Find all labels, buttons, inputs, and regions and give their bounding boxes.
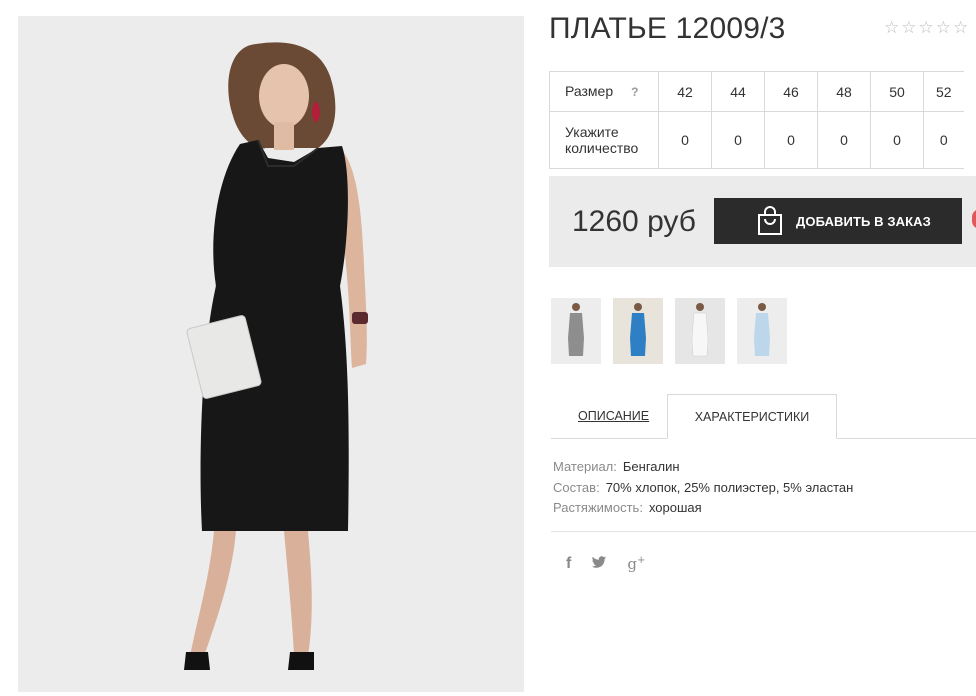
thumbnail-image: [613, 298, 663, 364]
twitter-bird-icon: [592, 556, 607, 568]
product-photo[interactable]: [18, 16, 524, 692]
size-cell: 50: [870, 71, 924, 112]
characteristic-value: Бенгалин: [622, 459, 680, 474]
thumbnail-gray[interactable]: [551, 298, 601, 364]
product-title: ПЛАТЬЕ 12009/3: [549, 12, 786, 45]
add-to-order-button[interactable]: ДОБАВИТЬ В ЗАКАЗ: [714, 198, 962, 244]
characteristic-value: 70% хлопок, 25% полиэстер, 5% эластан: [605, 479, 854, 495]
star-icon[interactable]: ☆: [901, 19, 916, 36]
quantity-input[interactable]: 0: [711, 111, 765, 169]
quantity-input[interactable]: 0: [923, 111, 964, 169]
characteristic-key: Материал:: [553, 459, 617, 474]
star-icon[interactable]: ☆: [884, 19, 899, 36]
twitter-icon[interactable]: [591, 556, 607, 572]
color-thumbnails: [551, 298, 787, 364]
social-share: f g+: [566, 556, 645, 572]
google-plus-letter: g: [627, 555, 637, 573]
characteristic-row: Материал: Бенгалин: [553, 457, 853, 478]
google-plus-sign: +: [636, 555, 646, 566]
thumbnail-white[interactable]: [675, 298, 725, 364]
characteristic-key: Состав:: [553, 479, 600, 495]
size-cell: 48: [817, 71, 871, 112]
size-cell: 46: [764, 71, 818, 112]
google-plus-icon[interactable]: g+: [627, 556, 645, 572]
product-price: 1260 руб: [572, 205, 696, 238]
star-icon[interactable]: ☆: [936, 19, 951, 36]
size-cell: 52: [923, 71, 964, 112]
size-quantity-table: Размер? 42 44 46 48 50 52 Укажите количе…: [549, 71, 964, 169]
quantity-label: Укажите количество: [549, 111, 659, 169]
characteristic-row: Растяжимость: хорошая: [553, 498, 853, 519]
tab-description[interactable]: ОПИСАНИЕ: [578, 409, 649, 423]
characteristic-key: Растяжимость:: [553, 500, 643, 515]
size-label-cell: Размер?: [549, 71, 659, 112]
thumbnail-image: [675, 298, 725, 364]
quantity-input[interactable]: 0: [817, 111, 871, 169]
model-in-black-dress-image: [18, 16, 524, 692]
characteristic-row: Состав: 70% хлопок, 25% полиэстер, 5% эла…: [553, 478, 853, 499]
favorite-icon[interactable]: [972, 209, 976, 229]
quantity-input[interactable]: 0: [658, 111, 712, 169]
add-to-order-label: ДОБАВИТЬ В ЗАКАЗ: [796, 213, 931, 229]
size-cell: 42: [658, 71, 712, 112]
rating-stars[interactable]: ☆ ☆ ☆ ☆ ☆: [884, 19, 968, 36]
tab-characteristics[interactable]: ХАРАКТЕРИСТИКИ: [667, 394, 837, 439]
quantity-input[interactable]: 0: [870, 111, 924, 169]
size-row: Размер? 42 44 46 48 50 52: [549, 71, 964, 112]
price-panel: 1260 руб ДОБАВИТЬ В ЗАКАЗ: [549, 176, 976, 267]
quantity-row: Укажите количество 0 0 0 0 0 0: [549, 111, 964, 169]
facebook-icon[interactable]: f: [566, 556, 571, 572]
thumbnail-image: [754, 303, 770, 356]
size-label: Размер: [565, 83, 614, 99]
section-divider: [551, 531, 976, 532]
star-icon[interactable]: ☆: [919, 19, 934, 36]
size-help-icon[interactable]: ?: [631, 85, 638, 99]
characteristic-value: хорошая: [648, 500, 702, 515]
star-icon[interactable]: ☆: [953, 19, 968, 36]
thumbnail-image: [568, 303, 584, 356]
quantity-input[interactable]: 0: [764, 111, 818, 169]
shopping-bag-icon: [758, 206, 782, 235]
size-cell: 44: [711, 71, 765, 112]
product-tabs: ОПИСАНИЕ ХАРАКТЕРИСТИКИ: [551, 394, 976, 439]
characteristics-list: Материал: Бенгалин Состав: 70% хлопок, 25%…: [553, 457, 853, 519]
thumbnail-blue[interactable]: [613, 298, 663, 364]
thumbnail-light-blue[interactable]: [737, 298, 787, 364]
